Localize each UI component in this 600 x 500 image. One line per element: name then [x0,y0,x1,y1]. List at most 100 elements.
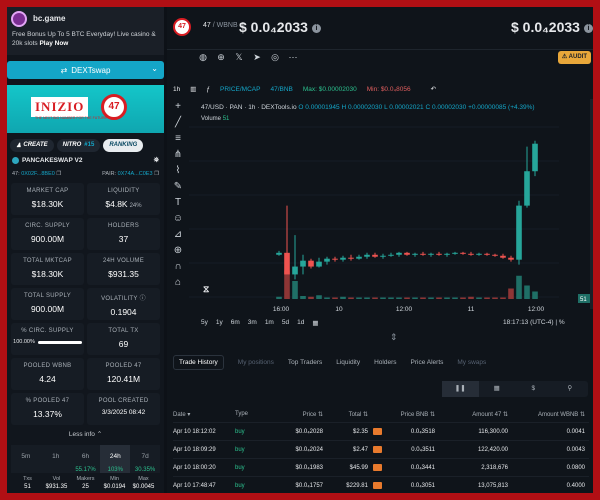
ad-banner[interactable]: bc.game Free Bonus Up To 5 BTC Everyday!… [7,7,164,55]
pair-address[interactable]: 0X74A...C0E3 [118,171,153,177]
indicators-icon[interactable]: ƒ [206,86,210,93]
period-1h[interactable]: 1h [41,445,71,473]
table-row[interactable]: Apr 10 18:09:29 buy $0.0₄2024 $2.47 0.0₄3511… [173,440,589,458]
resize-handle-icon[interactable]: ⇕ [390,332,398,343]
x-tick-label: 12:00 [528,306,545,313]
tab-top-traders[interactable]: Top Traders [288,359,322,366]
candle-body [340,257,346,260]
price-chart[interactable]: 16:00 10 12:00 11 12:00 ⧖ 51 [189,99,591,329]
col-price[interactable]: Price ⇅ [265,411,323,418]
exchange-icon [372,427,382,435]
zoom-icon[interactable]: ⊕ [174,245,182,256]
range-1y[interactable]: 1y [216,319,223,327]
globe-icon[interactable]: ◍ [197,51,209,63]
lock-icon[interactable]: ⌂ [175,277,181,288]
banner-sub: THE NEXT BIG NUMBER FOR THE FUTURE [35,116,107,120]
col-price-bnb[interactable]: Price BNB ⇅ [386,411,435,418]
calendar-icon[interactable]: ▦ [312,319,318,327]
pattern-icon[interactable]: ⌇ [176,165,181,176]
tab-holders[interactable]: Holders [374,359,396,366]
stat-pooled-wbnb: POOLED WBNB 4.24 [11,358,84,390]
ruler-icon[interactable]: ⊿ [174,229,182,240]
emoji-icon[interactable]: ☺ [173,213,183,224]
binoculars-icon[interactable]: ⛯ [154,157,159,165]
chart-clock[interactable]: 18:17:13 (UTC-4) | % [503,319,565,326]
dextswap-button[interactable]: ⇄ DEXTswap ⌄ [7,61,164,79]
right-panel: 47 47 / WBNB $ 0.0₄2033 i $ 0.0₄2033 i ◍ ⊕… [167,7,593,493]
candle-body [516,205,522,260]
x-icon[interactable]: 𝕏 [233,51,245,63]
tab-my-swaps[interactable]: My swaps [457,359,486,366]
lines-icon[interactable]: ≡ [175,133,181,144]
period-6h[interactable]: 6h 55.17% [71,445,101,473]
calendar-filter-icon[interactable]: ▦ [479,381,516,397]
telegram-icon[interactable]: ➤ [251,51,263,63]
pause-icon[interactable]: ❚❚ [442,381,479,397]
copy-icon[interactable]: ❐ [56,171,61,177]
table-row[interactable]: Apr 10 18:00:20 buy $0.0₄1983 $45.99 0.0₄344… [173,458,589,476]
ranking-button[interactable]: RANKING [103,138,144,152]
candle-type-icon[interactable]: ▥ [190,85,196,93]
tab-my-positions[interactable]: My positions [238,359,274,366]
nitro-button[interactable]: NITRO #15 [56,138,101,152]
period-7d[interactable]: 7d 30.35% [130,445,160,473]
candle-body [492,254,498,256]
table-row[interactable]: Apr 10 18:12:02 buy $0.0₄2028 $2.35 0.0₄3518… [173,422,589,440]
chart-scrollbar[interactable] [590,99,593,309]
text-icon[interactable]: T [175,197,181,208]
col-total[interactable]: Total ⇅ [323,411,368,418]
period-5m[interactable]: 5m [11,445,41,473]
candle-body [324,258,330,262]
range-1d[interactable]: 1d [297,319,304,327]
volume-bar [284,270,290,299]
less-info-toggle[interactable]: Less info ⌃ [7,428,164,442]
info-icon[interactable]: i [311,23,321,33]
swap-icon: ⇄ [60,65,68,75]
fib-icon[interactable]: ⋔ [174,149,182,160]
magnet-icon[interactable]: ∩ [174,261,181,272]
min-price: Min: $0.0₄8056 [366,85,411,93]
range-1m[interactable]: 1m [265,319,274,327]
range-5d[interactable]: 5d [282,319,289,327]
tab-trade-history[interactable]: Trade History [173,354,224,370]
chart-toolbar: 1h ▥ ƒ PRICE/MCAP 47/BNB Max: $0.0000203… [167,81,593,97]
undo-icon[interactable]: ↶ [431,85,436,93]
range-selector: 5y 1y 6m 3m 1m 5d 1d ▦ [201,319,318,327]
range-6m[interactable]: 6m [231,319,240,327]
crosshair-icon[interactable]: + [175,101,181,112]
x-tick-label: 12:00 [396,306,413,313]
candle-body [524,171,530,206]
token-address[interactable]: 0X02F...8BE0 [21,171,55,177]
col-date[interactable]: Date ▾ [173,411,235,418]
tab-liquidity[interactable]: Liquidity [336,359,360,366]
col-amount-wbnb[interactable]: Amount WBNB ⇅ [508,411,585,418]
left-panel: bc.game Free Bonus Up To 5 BTC Everyday!… [7,7,164,493]
stat-holders: HOLDERS 37 [87,218,160,250]
info-icon[interactable]: i [583,23,593,33]
web3-icon[interactable]: ◎ [269,51,281,63]
create-button[interactable]: ♟ CREATE [10,138,54,152]
copy-icon[interactable]: ❐ [154,171,159,177]
ad-cta[interactable]: Play Now [39,40,68,47]
range-5y[interactable]: 5y [201,319,208,327]
brush-icon[interactable]: ✎ [174,181,182,192]
tab-price-alerts[interactable]: Price Alerts [411,359,444,366]
exchange-icon [372,463,382,471]
filter-icon[interactable]: ⚲ [552,381,589,397]
col-amount-47[interactable]: Amount 47 ⇅ [435,411,508,418]
pair-toggle[interactable]: 47/BNB [270,86,292,93]
info-icon[interactable]: ⓘ [140,296,146,302]
token-banner: INIZIO 47 THE NEXT BIG NUMBER FOR THE FU… [7,85,164,133]
trendline-icon[interactable]: ╱ [175,117,181,128]
globe-icon[interactable]: ⊕ [215,51,227,63]
more-icon[interactable]: ⋯ [287,51,299,63]
table-row[interactable]: Apr 10 17:48:47 buy $0.0₄1757 $229.81 0.0₄30… [173,476,589,493]
period-24h[interactable]: 24h 103% [100,445,131,473]
currency-toggle-icon[interactable]: $ [515,381,552,397]
interval-selector[interactable]: 1h [173,86,180,93]
audit-button[interactable]: ⚠ AUDIT [557,51,591,64]
volume-bar [292,281,298,299]
range-3m[interactable]: 3m [248,319,257,327]
price-mcap-toggle[interactable]: PRICE/MCAP [220,86,260,93]
stat-liquidity: LIQUIDITY $4.8K 24% [87,183,160,215]
